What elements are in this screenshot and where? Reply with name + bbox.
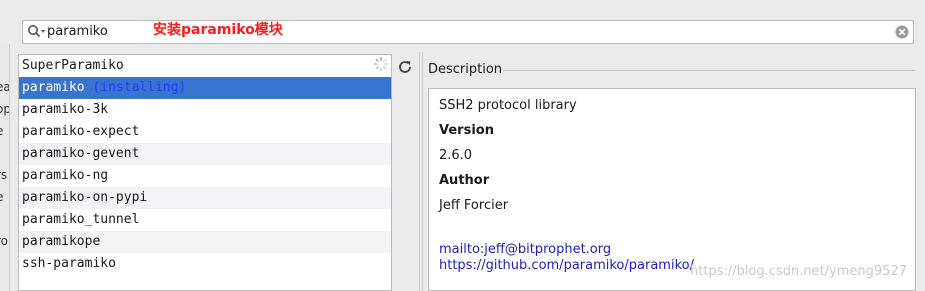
- background-window-edge: ea op e rs e ro: [0, 44, 10, 291]
- package-row[interactable]: paramiko-gevent: [19, 143, 391, 165]
- clipped-text: e: [0, 124, 3, 138]
- package-name: paramiko-expect: [22, 124, 140, 139]
- package-summary: SSH2 protocol library: [439, 98, 577, 113]
- header-rule: [503, 70, 915, 71]
- package-name: SuperParamiko: [22, 58, 124, 73]
- package-name: paramiko-3k: [22, 102, 109, 117]
- package-row[interactable]: paramiko-ng: [19, 165, 391, 187]
- package-row[interactable]: paramiko-on-pypi: [19, 187, 391, 209]
- clipped-text: ea: [0, 80, 9, 94]
- package-row-selected[interactable]: paramiko (installing): [19, 77, 391, 99]
- watermark: https://blog.csdn.net/ymeng9527: [690, 264, 907, 279]
- package-name: ssh-paramiko: [22, 256, 116, 271]
- description-header: Description: [428, 62, 503, 77]
- package-row[interactable]: ssh-paramiko: [19, 253, 391, 275]
- package-row[interactable]: paramiko_tunnel: [19, 209, 391, 231]
- package-list[interactable]: SuperParamiko paramiko (installing) para…: [18, 54, 392, 291]
- clipped-text: e: [0, 190, 3, 204]
- splitter-handle[interactable]: [419, 52, 423, 291]
- author-value: Jeff Forcier: [439, 198, 509, 213]
- package-name: paramiko-on-pypi: [22, 190, 148, 205]
- red-annotation: 安装paramiko模块: [153, 22, 283, 38]
- author-label: Author: [439, 173, 490, 188]
- refresh-icon[interactable]: [396, 58, 414, 76]
- clear-icon[interactable]: [895, 25, 909, 39]
- search-input-value[interactable]: paramiko: [47, 24, 108, 39]
- package-name: paramiko: [22, 80, 85, 95]
- package-row[interactable]: paramiko-3k: [19, 99, 391, 121]
- package-row[interactable]: paramiko-expect: [19, 121, 391, 143]
- clipped-text: op: [0, 102, 9, 116]
- version-value: 2.6.0: [439, 148, 473, 163]
- version-label: Version: [439, 123, 494, 138]
- package-name: paramikope: [22, 234, 101, 249]
- package-row[interactable]: paramikope: [19, 231, 391, 253]
- clipped-text: rs: [0, 168, 8, 182]
- clipped-text: ro: [0, 234, 9, 248]
- install-status: (installing): [92, 80, 187, 95]
- search-icon[interactable]: [27, 24, 47, 40]
- spinner-icon: [373, 56, 389, 72]
- author-email-link[interactable]: mailto:jeff@bitprophet.org: [439, 242, 905, 258]
- package-name: paramiko-ng: [22, 168, 109, 183]
- package-name: paramiko-gevent: [22, 146, 140, 161]
- package-name: paramiko_tunnel: [22, 212, 140, 227]
- description-panel: SSH2 protocol library Version 2.6.0 Auth…: [428, 88, 916, 291]
- package-row[interactable]: SuperParamiko: [19, 55, 391, 77]
